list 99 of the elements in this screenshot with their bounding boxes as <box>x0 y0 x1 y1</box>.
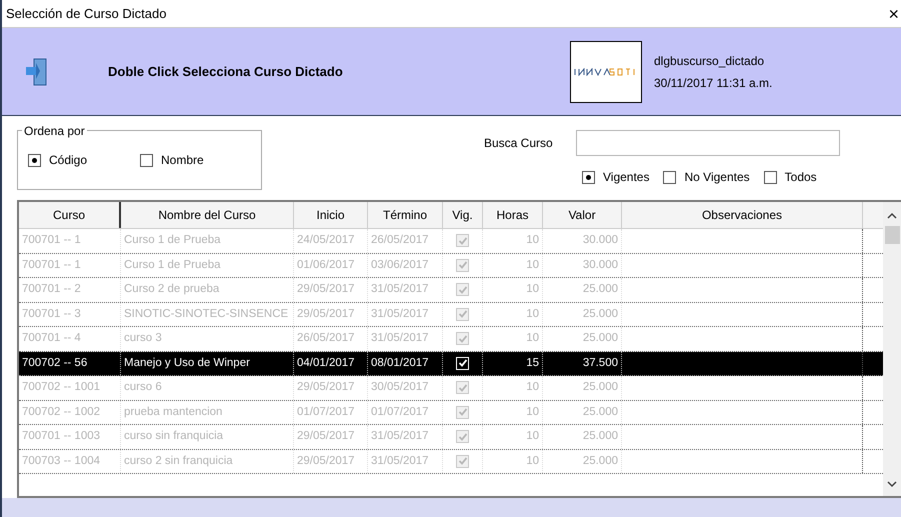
table-cell-text: 700703 -- 1004 <box>22 454 100 469</box>
table-cell-text: 31/05/2017 <box>371 331 429 346</box>
table-cell-text: 31/05/2017 <box>371 306 429 322</box>
table-cell-text: 01/07/2017 <box>297 404 355 420</box>
radio-button[interactable] <box>764 170 777 184</box>
close-button[interactable]: × <box>888 4 899 22</box>
checkbox[interactable] <box>456 258 469 272</box>
radio-button[interactable] <box>28 154 41 166</box>
table-cell-text: 26/05/2017 <box>297 331 355 346</box>
column-header[interactable]: Término <box>368 202 443 228</box>
column-header[interactable]: Inicio <box>294 202 368 228</box>
table-cell-text: 700701 -- 3 <box>22 306 81 322</box>
table-cell-text: 25.000 <box>582 282 618 298</box>
radio-button[interactable] <box>663 170 676 184</box>
table-cell-text: 25.000 <box>582 404 618 420</box>
radio-button[interactable] <box>582 170 595 184</box>
radio-button[interactable] <box>140 154 153 166</box>
table-cell-text: 30/05/2017 <box>371 380 429 396</box>
search-field[interactable] <box>576 130 840 156</box>
checkbox[interactable] <box>456 430 469 444</box>
table-cell-text: Curso 1 de Prueba <box>124 233 221 248</box>
table-cell-text: 10 <box>526 331 539 346</box>
table-cell-text: 10 <box>526 404 539 420</box>
table-cell-text: curso sin franquicia <box>124 429 224 444</box>
checkbox[interactable] <box>456 234 469 248</box>
scrollbar[interactable] <box>883 202 901 496</box>
checkbox[interactable] <box>456 406 469 419</box>
header-message: Doble Click Selecciona Curso Dictado <box>108 62 344 81</box>
table-cell-text: Manejo y Uso de Winper <box>124 356 250 371</box>
table-cell-text: 31/05/2017 <box>371 454 429 469</box>
table-cell-text: Curso 2 de prueba <box>124 282 220 298</box>
table-cell-text: 700702 -- 56 <box>22 356 88 371</box>
table-cell-text: Curso 1 de Prueba <box>124 258 221 273</box>
table-cell-text: 10 <box>526 306 539 322</box>
column-header[interactable]: Nombre del Curso <box>121 202 294 228</box>
table-cell-text: 29/05/2017 <box>297 306 355 322</box>
table-cell-text: prueba mantencion <box>124 404 222 420</box>
table-cell-text: curso 3 <box>124 331 162 346</box>
table-cell-text: 700702 -- 1002 <box>22 404 100 420</box>
table-cell-text: 01/07/2017 <box>371 404 429 420</box>
column-header[interactable]: Vig. <box>443 202 483 228</box>
table-cell-text: 31/05/2017 <box>371 429 429 444</box>
radio-label: Nombre <box>161 152 204 169</box>
table-cell-text: 04/01/2017 <box>297 356 355 371</box>
checkbox[interactable] <box>456 332 469 346</box>
scroll-up-icon[interactable] <box>887 212 897 220</box>
table-cell-text: 30.000 <box>582 258 618 273</box>
dialog-name: dlgbuscurso_dictado <box>654 52 766 70</box>
table-cell-text: 25.000 <box>582 306 618 322</box>
column-header[interactable]: Horas <box>483 202 543 228</box>
column-header[interactable]: Observaciones <box>622 202 863 228</box>
radio-label: No Vigentes <box>684 169 750 186</box>
table-cell-text: 24/05/2017 <box>297 233 355 248</box>
logo-icon <box>570 40 642 102</box>
search-label: Busca Curso <box>484 135 554 152</box>
header-datetime: 30/11/2017 11:31 a.m. <box>654 74 772 92</box>
window-title: Selección de Curso Dictado <box>6 4 166 23</box>
table-cell-text: 37.500 <box>582 356 618 371</box>
radio-label: Código <box>49 152 88 169</box>
checkbox[interactable] <box>456 381 469 394</box>
table-cell-text: 10 <box>526 454 539 469</box>
checkbox[interactable] <box>456 308 469 321</box>
table-cell-text: 700702 -- 1001 <box>22 380 100 396</box>
table-cell-text: curso 2 sin franquicia <box>124 454 233 469</box>
table-cell-text: 10 <box>526 258 539 273</box>
table-cell-text: curso 6 <box>124 380 162 396</box>
table-cell-text: 700701 -- 1 <box>22 258 81 273</box>
table-cell-text: 25.000 <box>582 429 618 444</box>
table-cell-text: 700701 -- 4 <box>22 331 81 346</box>
checkbox[interactable] <box>456 454 469 468</box>
table-cell-text: 15 <box>526 356 539 371</box>
table-cell-text: 29/05/2017 <box>297 380 355 396</box>
checkbox[interactable] <box>456 283 469 296</box>
table-cell-text: 10 <box>526 429 539 444</box>
table-cell-text: 08/01/2017 <box>371 356 429 371</box>
table-cell-text: 25.000 <box>582 380 618 396</box>
column-header[interactable]: Valor <box>543 202 622 228</box>
table-cell-text: 30.000 <box>582 233 618 248</box>
radio-label: Vigentes <box>603 169 650 186</box>
table-row[interactable]: 700702 -- 56 Manejo y Uso de Winper 04/01/2017 08/01/2017 15 37.500 <box>19 352 883 376</box>
radio-label: Todos <box>784 169 817 186</box>
table-cell-text: 29/05/2017 <box>297 454 355 469</box>
table-cell-text: 10 <box>526 233 539 248</box>
table-cell-text: 700701 -- 2 <box>22 282 81 298</box>
table-cell-text: 31/05/2017 <box>371 282 429 298</box>
table-cell-text: 01/06/2017 <box>297 258 355 273</box>
table-cell-text: 10 <box>526 282 539 298</box>
table-cell-text: 700701 -- 1 <box>22 233 81 248</box>
table-cell-text: 10 <box>526 380 539 396</box>
table-cell-text: 29/05/2017 <box>297 282 355 298</box>
scroll-down-icon[interactable] <box>887 480 897 488</box>
table-cell-text: 26/05/2017 <box>371 233 429 248</box>
table-cell-text: 25.000 <box>582 331 618 346</box>
table-cell-text: 25.000 <box>582 454 618 469</box>
table-cell-text: 700701 -- 1003 <box>22 429 100 444</box>
scroll-thumb[interactable] <box>884 226 900 244</box>
table-cell-text: 29/05/2017 <box>297 429 355 444</box>
table-cell-text: SINOTIC-SINOTEC-SINSENCE <box>124 306 288 322</box>
table-cell-text: 03/06/2017 <box>371 258 429 273</box>
